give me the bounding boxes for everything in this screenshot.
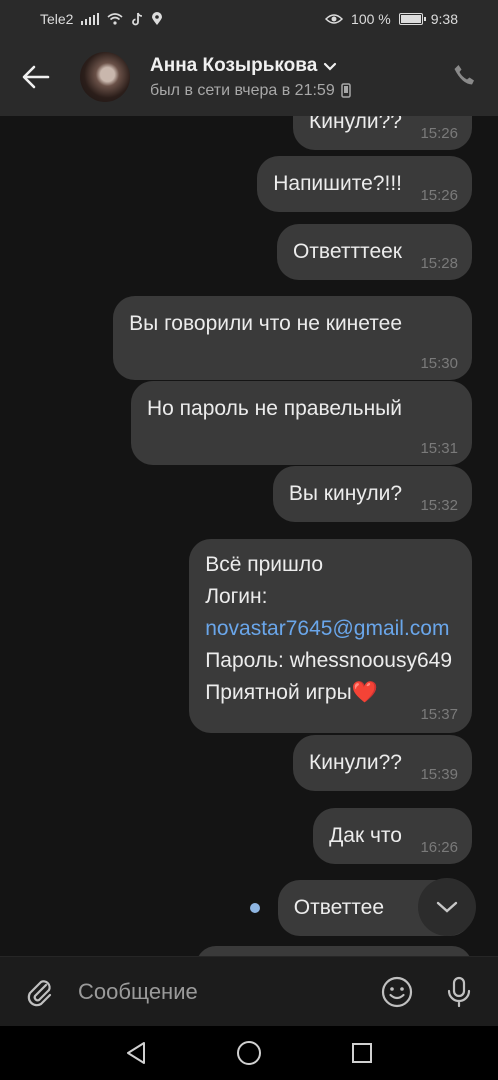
paperclip-icon xyxy=(27,979,52,1006)
email-link[interactable]: novastar7645@gmail.com xyxy=(205,613,452,645)
message-bubble[interactable] xyxy=(196,946,472,956)
message-text: Приятной игры❤️ xyxy=(205,681,378,704)
message-time: 15:37 xyxy=(420,706,458,723)
message-bubble[interactable]: Всё пришло Логин: novastar7645@gmail.com… xyxy=(189,539,472,733)
emoji-icon xyxy=(381,976,413,1007)
message-bubble[interactable]: Но пароль не правельный 15:31 xyxy=(130,381,472,465)
wifi-icon xyxy=(107,13,123,25)
message-bubble[interactable]: Вы говорили что не кинетее 15:30 xyxy=(113,296,472,380)
microphone-icon xyxy=(447,976,471,1007)
message-time: 16:26 xyxy=(420,839,458,856)
message-bubble[interactable]: Кинули?? 15:26 xyxy=(293,116,472,150)
message-time: 15:28 xyxy=(420,255,458,272)
phone-icon xyxy=(454,64,474,84)
eye-icon xyxy=(325,14,344,24)
chat-header: Анна Козырькова был в сети вчера в 21:59 xyxy=(0,38,498,116)
message-bubble[interactable]: Вы кинули? 15:32 xyxy=(272,466,472,522)
message-text: Вы говорили что не кинетее xyxy=(129,312,402,335)
message-text: Но пароль не правельный xyxy=(146,397,402,420)
back-button[interactable] xyxy=(0,38,72,116)
message-text: Ответтее xyxy=(293,896,384,919)
message-bubble[interactable]: Дак что 16:26 xyxy=(313,808,472,864)
contact-name: Анна Козырькова xyxy=(150,54,318,76)
back-arrow-icon xyxy=(22,65,50,89)
message-text: Кинули?? xyxy=(309,116,402,133)
call-button[interactable] xyxy=(452,63,476,92)
battery-icon xyxy=(398,13,426,25)
location-icon xyxy=(152,12,163,25)
contact-info[interactable]: Анна Козырькова был в сети вчера в 21:59 xyxy=(150,55,351,100)
message-time: 15:30 xyxy=(420,355,458,372)
battery-percent: 100 % xyxy=(351,11,391,27)
message-input[interactable]: Сообщение xyxy=(78,979,366,1005)
message-text: Вы кинули? xyxy=(288,482,402,505)
message-time: 15:26 xyxy=(420,125,458,142)
attach-button[interactable] xyxy=(0,957,78,1027)
chevron-down-icon xyxy=(324,62,337,71)
carrier-label: Tele2 xyxy=(40,11,74,27)
nav-recents-icon[interactable] xyxy=(351,1042,373,1064)
clock: 9:38 xyxy=(430,11,458,27)
system-nav-bar xyxy=(0,1026,498,1080)
message-bubble[interactable]: Ответттеек 15:28 xyxy=(276,224,472,280)
contact-status: был в сети вчера в 21:59 xyxy=(150,81,335,99)
unread-indicator xyxy=(250,903,260,913)
message-bubble[interactable]: Кинули?? 15:39 xyxy=(293,735,472,791)
message-text: Кинули?? xyxy=(309,751,402,774)
emoji-button[interactable] xyxy=(366,976,428,1008)
message-list[interactable]: Кинули?? 15:26 Напишите?!!! 15:26 Ответт… xyxy=(0,116,498,956)
message-time: 15:31 xyxy=(420,440,458,457)
message-text: Всё пришло xyxy=(205,553,324,576)
nav-back-icon[interactable] xyxy=(125,1041,147,1065)
message-time: 15:26 xyxy=(420,187,458,204)
message-text: Дак что xyxy=(329,824,402,847)
mobile-icon xyxy=(340,83,351,98)
message-text: Пароль: whessnoousy649 xyxy=(205,649,452,672)
message-text: Логин: xyxy=(205,585,268,608)
signal-icon xyxy=(81,13,100,25)
message-text: Напишите?!!! xyxy=(273,172,402,195)
voice-button[interactable] xyxy=(428,976,490,1008)
message-bubble[interactable]: Напишите?!!! 15:26 xyxy=(257,156,472,212)
status-bar: Tele2 100 % 9:38 xyxy=(0,0,498,38)
message-time: 15:32 xyxy=(420,497,458,514)
nav-home-icon[interactable] xyxy=(236,1040,262,1066)
message-time: 15:39 xyxy=(420,766,458,783)
avatar[interactable] xyxy=(80,52,130,102)
tiktok-icon xyxy=(132,12,143,26)
message-text: Ответттеек xyxy=(292,240,402,263)
composer: Сообщение xyxy=(0,956,498,1026)
scroll-down-button[interactable] xyxy=(418,878,476,936)
chevron-down-icon xyxy=(436,901,458,913)
